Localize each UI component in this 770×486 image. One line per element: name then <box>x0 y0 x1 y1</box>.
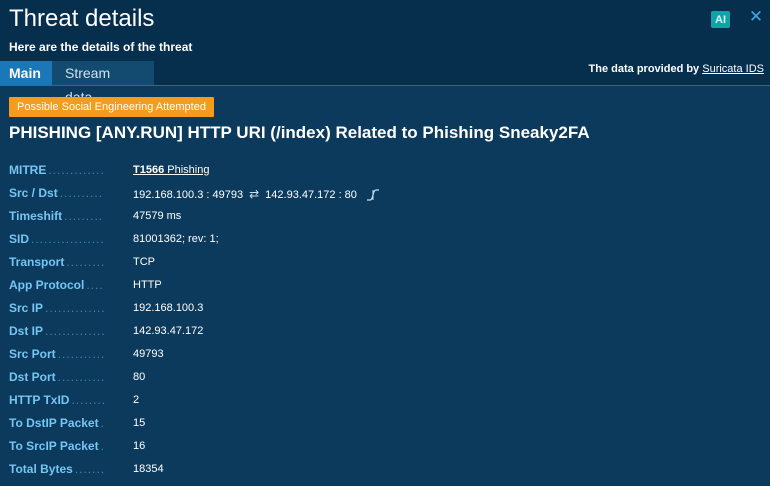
detail-label: Src Port <box>9 347 56 361</box>
detail-label: Transport <box>9 255 65 269</box>
detail-value: 18354 <box>133 463 164 475</box>
detail-row-to-dstip-packet: To DstIP Packet.................. 15 <box>9 416 749 439</box>
detail-row-app-protocol: App Protocol.................. HTTP <box>9 278 749 301</box>
signal-wave-icon[interactable] <box>366 189 380 201</box>
dot-leader: .................. <box>66 255 104 269</box>
detail-label: App Protocol <box>9 278 85 292</box>
detail-value: 16 <box>133 440 146 452</box>
detail-label: Total Bytes <box>9 462 73 476</box>
detail-value: 47579 ms <box>133 210 182 222</box>
dot-leader: .................. <box>45 324 104 338</box>
detail-row-sid: SID.................. 81001362; rev: 1; <box>9 232 749 255</box>
detail-value: 49793 <box>133 348 164 360</box>
detail-label: SID <box>9 232 30 246</box>
details-list: MITRE.................. T1566 Phishing S… <box>9 163 749 485</box>
dot-leader: .................. <box>86 278 104 292</box>
detail-row-src-port: Src Port.................. 49793 <box>9 347 749 370</box>
detail-row-src-dst: Src / Dst.................. 192.168.100.… <box>9 186 749 209</box>
detail-label: MITRE <box>9 163 47 177</box>
detail-row-to-srcip-packet: To SrcIP Packet.................. 16 <box>9 439 749 462</box>
dot-leader: .................. <box>101 416 104 430</box>
detail-value: 80 <box>133 371 146 383</box>
mitre-id: T1566 <box>133 164 165 176</box>
dot-leader: .................. <box>48 163 104 177</box>
tab-stream-data[interactable]: Stream data <box>52 61 154 105</box>
dot-leader: .................. <box>64 209 104 223</box>
detail-value: TCP <box>133 256 155 268</box>
detail-value: 15 <box>133 417 146 429</box>
dot-leader: .................. <box>57 347 104 361</box>
dot-leader: .................. <box>74 462 104 476</box>
detail-value: HTTP <box>133 279 162 291</box>
data-provider: The data provided by Suricata IDS <box>589 63 764 75</box>
detail-value: 192.168.100.3 <box>133 302 204 314</box>
threat-category-badge: Possible Social Engineering Attempted <box>9 97 214 117</box>
detail-row-http-txid: HTTP TxID.................. 2 <box>9 393 749 416</box>
detail-label: Timeshift <box>9 209 63 223</box>
dot-leader: .................. <box>101 439 104 453</box>
detail-row-mitre: MITRE.................. T1566 Phishing <box>9 163 749 186</box>
detail-row-timeshift: Timeshift.................. 47579 ms <box>9 209 749 232</box>
detail-value: 2 <box>133 394 140 406</box>
dot-leader: .................. <box>71 393 104 407</box>
detail-label: To SrcIP Packet <box>9 439 99 453</box>
mitre-name: Phishing <box>167 164 210 176</box>
tab-main[interactable]: Main <box>0 61 52 85</box>
dot-leader: .................. <box>31 232 104 246</box>
dst-endpoint: 142.93.47.172 : 80 <box>265 189 357 201</box>
src-endpoint: 192.168.100.3 : 49793 <box>133 189 244 201</box>
tab-bar: Main Stream data <box>0 61 154 105</box>
provider-link[interactable]: Suricata IDS <box>702 63 764 75</box>
detail-row-transport: Transport.................. TCP <box>9 255 749 278</box>
mitre-link[interactable]: T1566 Phishing <box>133 164 209 176</box>
detail-row-dst-port: Dst Port.................. 80 <box>9 370 749 393</box>
dot-leader: .................. <box>45 301 104 315</box>
detail-row-src-ip: Src IP.................. 192.168.100.3 <box>9 301 749 324</box>
detail-label: Dst Port <box>9 370 56 384</box>
detail-label: Src IP <box>9 301 44 315</box>
detail-label: Dst IP <box>9 324 44 338</box>
ai-button[interactable]: AI <box>711 11 730 28</box>
page-title: Threat details <box>9 5 155 32</box>
close-icon[interactable]: ✕ <box>748 8 764 25</box>
detail-value: 142.93.47.172 <box>133 325 204 337</box>
detail-row-dst-ip: Dst IP.................. 142.93.47.172 <box>9 324 749 347</box>
header: Threat details Here are the details of t… <box>0 0 770 105</box>
detail-label: Src / Dst <box>9 186 58 200</box>
swap-arrows-icon: ⇄ <box>249 187 260 201</box>
provider-prefix: The data provided by <box>588 63 700 75</box>
threat-signature: PHISHING [ANY.RUN] HTTP URI (/index) Rel… <box>9 123 590 142</box>
page-subtitle: Here are the details of the threat <box>9 40 193 54</box>
detail-label: HTTP TxID <box>9 393 70 407</box>
detail-label: To DstIP Packet <box>9 416 99 430</box>
detail-row-total-bytes: Total Bytes.................. 18354 <box>9 462 749 485</box>
detail-value: 81001362; rev: 1; <box>133 233 219 245</box>
dot-leader: .................. <box>57 370 104 384</box>
dot-leader: .................. <box>59 186 104 200</box>
